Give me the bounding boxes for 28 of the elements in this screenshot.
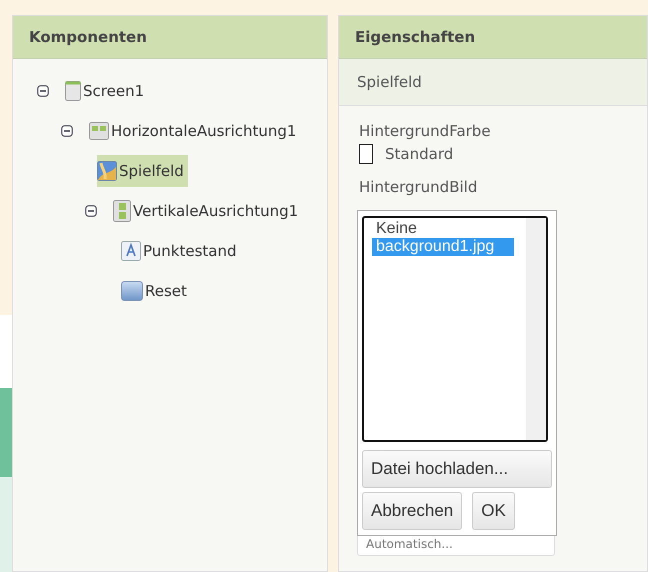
color-value[interactable]: Standard: [385, 145, 454, 163]
tree-item[interactable]: Reset: [121, 275, 191, 307]
collapse-icon[interactable]: [85, 205, 97, 217]
tree-item[interactable]: Screen1: [65, 75, 148, 107]
panel-title: Komponenten: [13, 16, 327, 59]
canvas-icon: [97, 161, 117, 181]
horizontal-layout-icon: [89, 122, 109, 140]
ok-button[interactable]: OK: [472, 492, 515, 530]
label-icon: [121, 241, 141, 261]
tree-item[interactable]: VertikaleAusrichtung1: [113, 194, 302, 228]
collapse-icon[interactable]: [37, 85, 49, 97]
upload-button[interactable]: Datei hochladen...: [362, 450, 552, 488]
collapse-icon[interactable]: [61, 125, 73, 137]
property-label: HintergrundFarbe: [359, 122, 492, 140]
screen-icon: [65, 81, 81, 101]
cancel-button[interactable]: Abbrechen: [362, 492, 462, 530]
tree-item[interactable]: HorizontaleAusrichtung1: [89, 116, 300, 146]
list-option[interactable]: Keine: [372, 220, 514, 238]
property-label: HintergrundBild: [359, 178, 478, 196]
tree-item[interactable]: Spielfeld: [97, 155, 188, 187]
button-icon: [121, 281, 143, 301]
tree-item[interactable]: Punktestand: [121, 235, 241, 267]
vertical-layout-icon: [113, 200, 131, 222]
panel-title: Eigenschaften: [339, 16, 647, 59]
component-name: Spielfeld: [339, 59, 647, 106]
color-swatch[interactable]: [359, 144, 373, 164]
file-list[interactable]: Keine background1.jpg: [362, 216, 548, 442]
scrollbar[interactable]: [526, 218, 546, 440]
